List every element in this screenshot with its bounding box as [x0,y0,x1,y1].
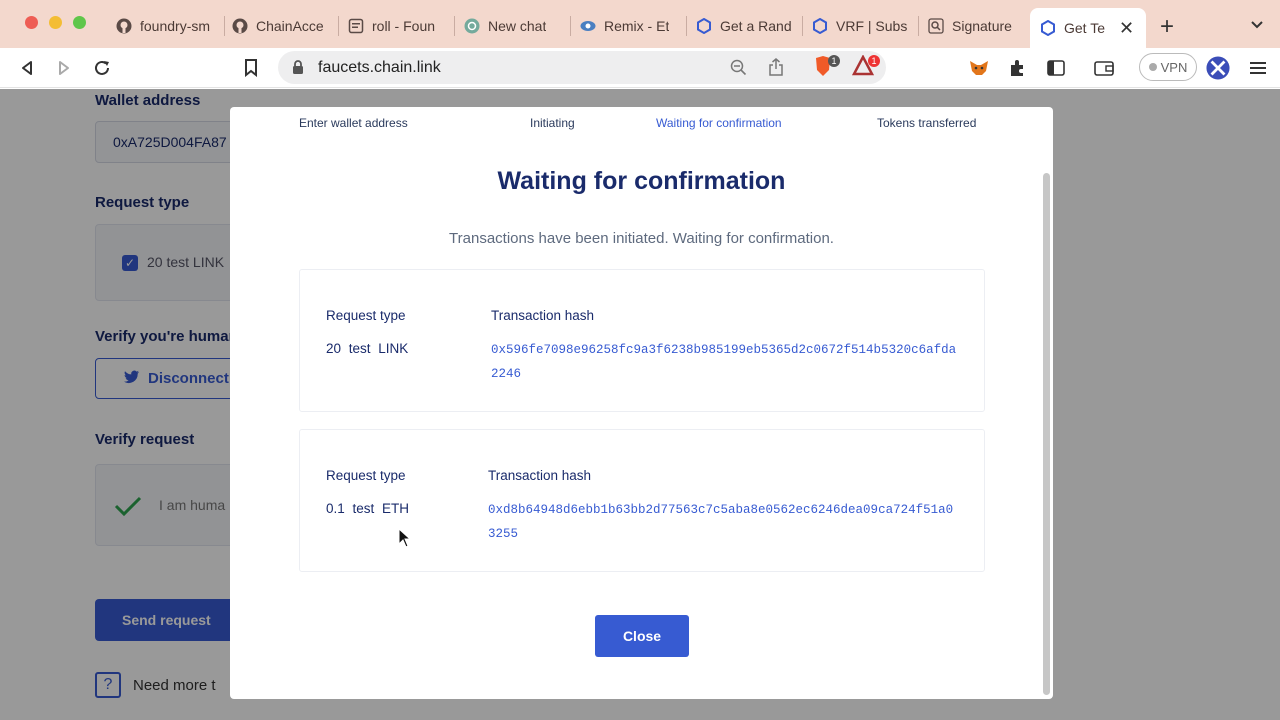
chainlink-icon [696,18,712,34]
back-arrow-icon [22,61,32,75]
browser-toolbar: faucets.chain.link 1 1 VPN [0,48,1280,88]
tab-label: New chat [488,18,547,34]
tab-label: Get a Rand [720,18,792,34]
zoom-icon[interactable] [730,59,747,81]
tab-foundry[interactable]: foundry-sm [106,8,224,44]
tab-bar: foundry-sm ChainAcce roll - Foun New cha… [0,0,1280,48]
github-icon [116,18,132,34]
bookmark-button[interactable] [239,56,263,80]
remix-icon [580,18,596,34]
tab-get-test-tokens[interactable]: Get Te ✕ [1030,8,1146,48]
modal-title: Waiting for confirmation [497,167,786,195]
lock-icon [292,59,304,80]
svg-text:1: 1 [831,56,836,66]
step-tokens-transferred: Tokens transferred [877,116,977,130]
tab-label: Get Te [1064,20,1105,36]
tab-label: Signature [952,18,1012,34]
progress-steps: Enter wallet address Initiating Waiting … [230,107,1053,141]
request-type-value: 0.1 test ETH [326,501,410,516]
modal-subtitle: Transactions have been initiated. Waitin… [449,230,834,247]
chevron-down-icon[interactable] [1250,17,1264,35]
transaction-hash-label: Transaction hash [491,308,595,323]
bookmark-icon [245,59,257,77]
transaction-hash-label: Transaction hash [488,468,592,483]
metamask-icon[interactable] [967,56,991,80]
tab-label: roll - Foun [372,18,436,34]
transaction-card: Request type 20 test LINK Transaction ha… [299,269,985,412]
tab-label: Remix - Et [604,18,670,34]
close-tab-icon[interactable]: ✕ [1119,18,1134,39]
wallet-icon[interactable] [1092,56,1116,80]
back-button[interactable] [15,56,39,80]
share-icon[interactable] [768,58,784,81]
close-window-button[interactable] [25,16,38,29]
forward-arrow-icon [59,61,69,75]
step-initiating: Initiating [530,116,575,130]
chainlink-icon [812,18,828,34]
tab-label: VRF | Subs [836,18,908,34]
request-type-label: Request type [326,308,406,323]
extensions-icon[interactable] [1006,56,1030,80]
tab-vrf[interactable]: VRF | Subs [802,8,918,44]
new-tab-button[interactable]: + [1160,13,1174,41]
chatgpt-icon [464,18,480,34]
document-icon [348,18,364,34]
transaction-card: Request type 0.1 test ETH Transaction ha… [299,429,985,572]
modal-scrollbar[interactable] [1043,173,1050,695]
forward-button[interactable] [52,56,76,80]
tab-roll[interactable]: roll - Foun [338,8,454,44]
profile-avatar-icon[interactable] [1206,56,1230,80]
reload-icon [95,60,109,75]
tab-label: ChainAcce [256,18,324,34]
transaction-hash-link[interactable]: 0x596fe7098e96258fc9a3f6238b985199eb5365… [491,338,961,386]
tab-label: foundry-sm [140,18,211,34]
reload-button[interactable] [90,56,114,80]
confirmation-modal: Enter wallet address Initiating Waiting … [230,107,1053,699]
vpn-button[interactable]: VPN [1139,53,1197,81]
github-icon [232,18,248,34]
brave-rewards-icon[interactable]: 1 [851,54,882,84]
tab-signature[interactable]: Signature [918,8,1030,44]
request-type-label: Request type [326,468,406,483]
close-button[interactable]: Close [595,615,689,657]
mouse-cursor-icon [398,528,412,548]
step-enter-wallet: Enter wallet address [299,116,408,130]
tab-get-random[interactable]: Get a Rand [686,8,802,44]
tab-chainaccess[interactable]: ChainAcce [222,8,338,44]
address-bar[interactable]: faucets.chain.link 1 1 [278,51,886,84]
maximize-window-button[interactable] [73,16,86,29]
url-text: faucets.chain.link [318,59,441,76]
svg-text:1: 1 [871,56,876,66]
transaction-hash-link[interactable]: 0xd8b64948d6ebb1b63bb2d77563c7c5aba8e056… [488,498,958,546]
vpn-status-dot [1148,63,1157,71]
vpn-label: VPN [1160,59,1188,75]
step-waiting-confirmation: Waiting for confirmation [656,116,782,130]
search-icon [928,18,944,34]
request-type-value: 20 test LINK [326,341,409,356]
sidebar-icon[interactable] [1044,56,1068,80]
tab-new-chat[interactable]: New chat [454,8,570,44]
brave-shield-icon[interactable]: 1 [812,55,842,84]
tab-remix[interactable]: Remix - Et [570,8,686,44]
chainlink-icon [1040,20,1056,36]
menu-icon[interactable] [1246,56,1270,80]
minimize-window-button[interactable] [49,16,62,29]
